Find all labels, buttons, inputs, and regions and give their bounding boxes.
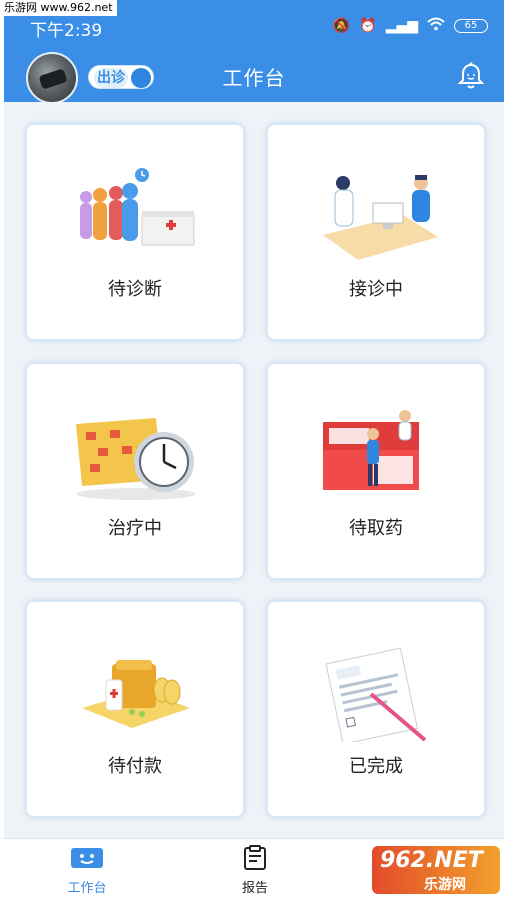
page-title: 工作台 bbox=[222, 66, 286, 90]
report-icon bbox=[313, 642, 441, 745]
title-row: 出诊 工作台 bbox=[4, 48, 504, 104]
bell-icon[interactable] bbox=[457, 62, 485, 90]
watermark-logo: 962.NET 乐游网 bbox=[372, 846, 500, 894]
mute-icon: 🔕 bbox=[332, 18, 351, 34]
watermark-top: 乐游网 www.962.net bbox=[0, 0, 117, 16]
calendar-clock-icon bbox=[72, 404, 200, 504]
wallet-icon bbox=[72, 642, 200, 742]
card-label: 待诊断 bbox=[108, 279, 162, 300]
pharmacy-icon bbox=[313, 404, 441, 504]
card-in-consultation[interactable]: 接诊中 bbox=[267, 124, 485, 340]
watermark-logo-bottom: 乐游网 bbox=[424, 877, 466, 893]
main-grid: 待诊断 接诊中 治疗中 待取药 待付款 已完成 bbox=[4, 102, 504, 838]
battery-icon: 65 bbox=[454, 19, 488, 33]
wifi-icon bbox=[427, 17, 445, 35]
workbench-icon bbox=[70, 848, 104, 875]
tab-label: 报告 bbox=[241, 881, 268, 896]
consultation-icon bbox=[313, 165, 441, 265]
status-time: 下午2:39 bbox=[30, 21, 103, 41]
card-label: 接诊中 bbox=[349, 279, 403, 300]
tab-report[interactable]: 报告 bbox=[220, 845, 290, 896]
card-pending-payment[interactable]: 待付款 bbox=[26, 601, 244, 817]
report-doc-icon bbox=[242, 845, 268, 875]
card-pending-pickup[interactable]: 待取药 bbox=[267, 363, 485, 579]
card-in-treatment[interactable]: 治疗中 bbox=[26, 363, 244, 579]
waiting-queue-icon bbox=[72, 165, 200, 265]
watermark-logo-top: 962.NET bbox=[380, 848, 483, 873]
tab-label: 工作台 bbox=[67, 881, 107, 896]
card-pending-diagnosis[interactable]: 待诊断 bbox=[26, 124, 244, 340]
card-label: 待取药 bbox=[349, 518, 403, 539]
card-label: 待付款 bbox=[108, 756, 162, 777]
status-bar: 下午2:39 🔕 ⏰ ▂▄▆ 65 bbox=[4, 14, 504, 41]
card-completed[interactable]: 已完成 bbox=[267, 601, 485, 817]
card-label: 已完成 bbox=[349, 756, 403, 777]
signal-icon: ▂▄▆ bbox=[385, 18, 418, 34]
alarm-icon: ⏰ bbox=[359, 18, 377, 34]
card-label: 治疗中 bbox=[108, 518, 162, 539]
status-icons: 🔕 ⏰ ▂▄▆ 65 bbox=[333, 17, 488, 35]
tab-workbench[interactable]: 工作台 bbox=[52, 845, 122, 896]
